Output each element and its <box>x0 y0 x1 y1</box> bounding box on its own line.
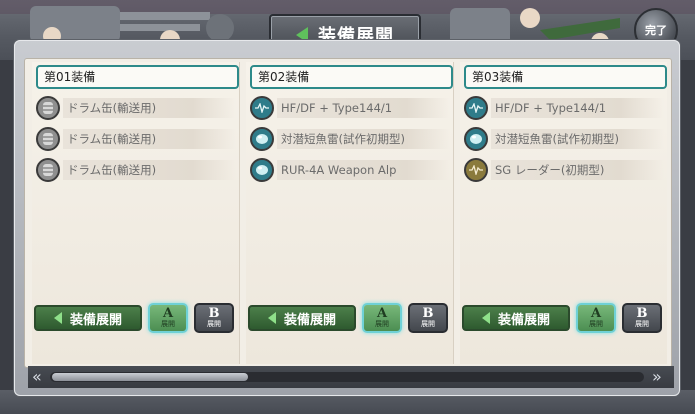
drum-icon <box>36 96 60 120</box>
depth-charge-icon <box>464 127 488 151</box>
preset-a-label: A <box>590 306 602 321</box>
preset-a-sublabel: 展開 <box>161 320 175 328</box>
preset-b-button[interactable]: B 展開 <box>194 303 234 333</box>
radar-icon <box>464 158 488 182</box>
preset-a-button[interactable]: A 展開 <box>576 303 616 333</box>
equipment-slot[interactable]: 対潜短魚雷(試作初期型) <box>464 126 664 152</box>
preset-b-label: B <box>208 306 220 321</box>
deploy-arrow-icon <box>481 312 490 324</box>
scroll-right-icon[interactable]: » <box>652 366 662 388</box>
preset-a-label: A <box>376 306 388 321</box>
depth-charge-icon <box>250 127 274 151</box>
scroll-thumb[interactable] <box>52 373 248 381</box>
column-button-row: 装備展開 A 展開 B 展開 <box>246 303 453 335</box>
preset-b-label: B <box>422 306 434 321</box>
equipment-name: ドラム缶(輸送用) <box>63 98 236 118</box>
preset-b-sublabel: 展開 <box>635 320 649 328</box>
loadout-column-1: 第01装備 ドラム缶(輸送用) ドラム缶(輸送用) ドラム缶(輸送用) 装備展開… <box>32 62 240 364</box>
deploy-equipment-button[interactable]: 装備展開 <box>248 305 356 331</box>
loadout-column-3: 第03装備 HF/DF + Type144/1 対潜短魚雷(試作初期型) SG … <box>460 62 667 364</box>
equipment-name: 対潜短魚雷(試作初期型) <box>491 129 664 149</box>
preset-a-button[interactable]: A 展開 <box>148 303 188 333</box>
equipment-slot[interactable]: SG レーダー(初期型) <box>464 157 664 183</box>
loadout-column-2: 第02装備 HF/DF + Type144/1 対潜短魚雷(試作初期型) RUR… <box>246 62 454 364</box>
sonar-icon <box>250 96 274 120</box>
deploy-equipment-button[interactable]: 装備展開 <box>462 305 570 331</box>
preset-b-sublabel: 展開 <box>421 320 435 328</box>
equipment-name: ドラム缶(輸送用) <box>63 129 236 149</box>
loadout-title[interactable]: 第02装備 <box>250 65 453 89</box>
deploy-arrow-icon <box>53 312 62 324</box>
loadout-title[interactable]: 第01装備 <box>36 65 239 89</box>
scroll-track[interactable] <box>50 372 644 382</box>
drum-icon <box>36 158 60 182</box>
loadout-title[interactable]: 第03装備 <box>464 65 667 89</box>
depth-charge-icon <box>250 158 274 182</box>
equipment-name: ドラム缶(輸送用) <box>63 160 236 180</box>
equipment-slot[interactable]: HF/DF + Type144/1 <box>464 95 664 121</box>
equipment-name: RUR-4A Weapon Alp <box>277 160 450 180</box>
equipment-name: SG レーダー(初期型) <box>491 160 664 180</box>
equipment-name: HF/DF + Type144/1 <box>277 98 450 118</box>
horizontal-scrollbar[interactable]: « » <box>28 366 674 388</box>
equipment-slot[interactable]: ドラム缶(輸送用) <box>36 126 236 152</box>
deploy-arrow-icon <box>267 312 276 324</box>
equipment-slot[interactable]: 対潜短魚雷(試作初期型) <box>250 126 450 152</box>
column-button-row: 装備展開 A 展開 B 展開 <box>32 303 239 335</box>
deploy-equipment-button[interactable]: 装備展開 <box>34 305 142 331</box>
preset-b-label: B <box>636 306 648 321</box>
equipment-slot[interactable]: RUR-4A Weapon Alp <box>250 157 450 183</box>
equipment-slot[interactable]: HF/DF + Type144/1 <box>250 95 450 121</box>
column-button-row: 装備展開 A 展開 B 展開 <box>460 303 667 335</box>
preset-a-label: A <box>162 306 174 321</box>
preset-b-button[interactable]: B 展開 <box>622 303 662 333</box>
deploy-label: 装備展開 <box>69 312 122 328</box>
equipment-name: HF/DF + Type144/1 <box>491 98 664 118</box>
preset-b-sublabel: 展開 <box>207 320 221 328</box>
deploy-label: 装備展開 <box>283 312 336 328</box>
sonar-icon <box>464 96 488 120</box>
scroll-left-icon[interactable]: « <box>32 366 42 388</box>
preset-a-sublabel: 展開 <box>589 320 603 328</box>
equipment-slot[interactable]: ドラム缶(輸送用) <box>36 95 236 121</box>
equipment-slot[interactable]: ドラム缶(輸送用) <box>36 157 236 183</box>
drum-icon <box>36 127 60 151</box>
preset-a-sublabel: 展開 <box>375 320 389 328</box>
equipment-name: 対潜短魚雷(試作初期型) <box>277 129 450 149</box>
preset-b-button[interactable]: B 展開 <box>408 303 448 333</box>
preset-a-button[interactable]: A 展開 <box>362 303 402 333</box>
deploy-label: 装備展開 <box>497 312 550 328</box>
